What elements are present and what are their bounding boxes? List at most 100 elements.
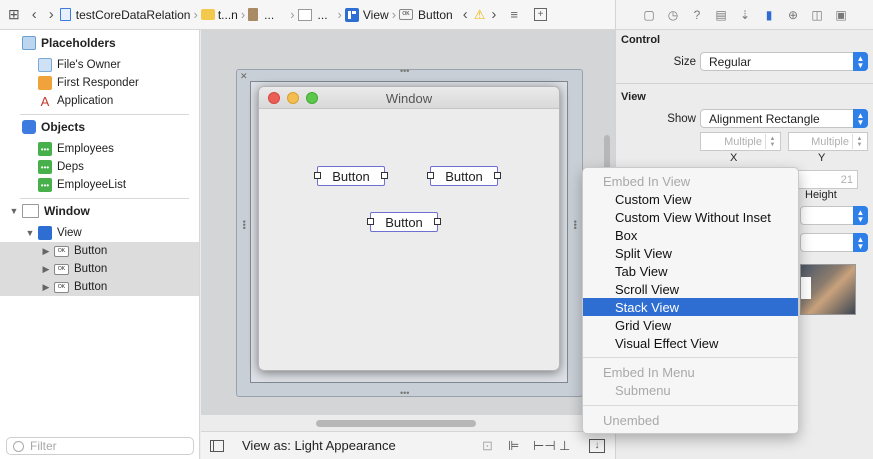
button-icon: OK bbox=[54, 263, 69, 275]
stepper-icon[interactable]: ▲ ▼ bbox=[852, 134, 866, 149]
priority-popup[interactable]: ▲ ▼ bbox=[800, 206, 868, 225]
warning-icon[interactable]: ⚠ bbox=[474, 7, 486, 23]
x-field[interactable]: Multiple ▲ ▼ bbox=[700, 132, 781, 151]
canvas-button[interactable]: Button bbox=[314, 166, 388, 186]
outline-item-label: Application bbox=[57, 95, 114, 107]
breadcrumb-folder-label: t...n bbox=[217, 7, 238, 22]
breadcrumb-project-label: testCoreDataRelation bbox=[75, 7, 191, 22]
minimap-icon[interactable]: ≡ bbox=[502, 7, 518, 22]
layout-preview-thumbnail bbox=[800, 264, 856, 315]
menu-item-scroll-view[interactable]: Scroll View bbox=[583, 280, 798, 298]
breadcrumb-file[interactable]: ... bbox=[248, 0, 274, 30]
view-icon bbox=[38, 226, 52, 240]
attributes-inspector-icon[interactable]: ⇣ bbox=[734, 6, 756, 24]
canvas-button[interactable]: Button bbox=[427, 166, 501, 186]
back-arrow-icon[interactable]: ‹ bbox=[26, 6, 43, 23]
breadcrumb-view[interactable]: View bbox=[344, 0, 389, 30]
connections-inspector-icon[interactable]: ⊕ bbox=[782, 6, 804, 24]
issue-next-icon[interactable]: › bbox=[485, 6, 502, 23]
outline-item-button[interactable]: ▶ OK Button bbox=[0, 242, 199, 260]
menu-item-custom-view-without-inset[interactable]: Custom View Without Inset bbox=[583, 208, 798, 226]
disclosure-triangle-icon[interactable]: ▶ bbox=[40, 246, 52, 257]
embed-in-icon[interactable]: ↓ bbox=[589, 438, 605, 453]
outline-item-view[interactable]: ▼ View bbox=[24, 224, 199, 242]
outline-item-button[interactable]: ▶ OK Button bbox=[0, 278, 199, 296]
resolve-issues-icon[interactable]: ⊥ bbox=[559, 438, 570, 454]
effects-inspector-icon[interactable]: ▣ bbox=[830, 6, 852, 24]
menu-item-unembed[interactable]: Unembed bbox=[583, 411, 798, 429]
menu-item-split-view[interactable]: Split View bbox=[583, 244, 798, 262]
breadcrumb-folder[interactable]: t...n bbox=[200, 0, 238, 30]
outline-item-button[interactable]: ▶ OK Button bbox=[0, 260, 199, 278]
close-frame-icon[interactable]: ✕ bbox=[240, 71, 248, 82]
bindings-inspector-icon[interactable]: ◫ bbox=[806, 6, 828, 24]
menu-item-custom-view[interactable]: Custom View bbox=[583, 190, 798, 208]
placeholders-header[interactable]: Placeholders bbox=[22, 34, 221, 52]
size-inspector-icon[interactable]: ▮ bbox=[758, 6, 780, 24]
menu-item-tab-view[interactable]: Tab View bbox=[583, 262, 798, 280]
add-editor-icon[interactable]: + bbox=[533, 8, 547, 21]
x-label: X bbox=[730, 152, 738, 164]
selection-handle[interactable] bbox=[381, 172, 388, 179]
size-popup[interactable]: Regular ▲ ▼ bbox=[700, 52, 868, 71]
disclosure-triangle-icon[interactable]: ▶ bbox=[40, 264, 52, 275]
selection-handle[interactable] bbox=[367, 218, 374, 225]
selection-handle[interactable] bbox=[494, 172, 501, 179]
y-field[interactable]: Multiple ▲ ▼ bbox=[788, 132, 868, 151]
breadcrumb-window-label: ... bbox=[317, 7, 328, 22]
align-icon[interactable]: ⊫ bbox=[508, 438, 519, 454]
disclosure-triangle-icon[interactable]: ▶ bbox=[40, 282, 52, 293]
horizontal-scrollbar[interactable] bbox=[316, 420, 476, 427]
view-as-label[interactable]: View as: Light Appearance bbox=[242, 438, 396, 453]
objects-header[interactable]: Objects bbox=[22, 118, 221, 136]
window-icon bbox=[297, 8, 312, 21]
identity-inspector-icon[interactable]: ▤ bbox=[710, 6, 732, 24]
disclosure-triangle-icon[interactable]: ▼ bbox=[24, 228, 36, 238]
show-popup[interactable]: Alignment Rectangle ▲ ▼ bbox=[700, 109, 868, 128]
resize-handle-icon[interactable]: ••• bbox=[570, 220, 580, 229]
selection-handle[interactable] bbox=[427, 172, 434, 179]
outline-item-label: Employees bbox=[57, 143, 114, 155]
menu-header-embed-in-menu: Embed In Menu bbox=[603, 364, 695, 380]
selection-handle[interactable] bbox=[314, 172, 321, 179]
outline-item-label: Button bbox=[74, 245, 108, 257]
issue-prev-icon[interactable]: ‹ bbox=[453, 6, 474, 23]
menu-item-visual-effect-view[interactable]: Visual Effect View bbox=[583, 334, 798, 352]
breadcrumb-project[interactable]: testCoreDataRelation bbox=[59, 0, 191, 30]
add-constraints-icon[interactable]: ⊢⊣ bbox=[533, 438, 556, 454]
button-icon: OK bbox=[54, 245, 69, 257]
breadcrumb-button[interactable]: OK Button bbox=[399, 0, 453, 30]
menu-item-box[interactable]: Box bbox=[583, 226, 798, 244]
breadcrumb-view-label: View bbox=[362, 7, 389, 22]
disclosure-triangle-icon[interactable]: ▼ bbox=[8, 206, 20, 216]
file-inspector-icon[interactable]: ▢ bbox=[638, 6, 660, 24]
stepper-icon[interactable]: ▲ ▼ bbox=[765, 134, 779, 149]
object-controller-icon: ••• bbox=[38, 160, 52, 174]
breadcrumb-chevron-icon: › bbox=[240, 7, 246, 22]
help-inspector-icon[interactable]: ? bbox=[686, 6, 708, 24]
update-frames-icon[interactable]: ⊡ bbox=[482, 438, 493, 454]
cube-icon bbox=[22, 36, 36, 50]
related-items-icon[interactable]: ⊞ bbox=[0, 6, 26, 23]
section-divider bbox=[20, 198, 189, 199]
outline-item-window[interactable]: ▼ Window bbox=[8, 202, 207, 220]
breadcrumb-window[interactable]: ... bbox=[297, 0, 328, 30]
menu-item-submenu[interactable]: Submenu bbox=[583, 381, 798, 399]
window-title: Window bbox=[385, 91, 433, 106]
menu-item-grid-view[interactable]: Grid View bbox=[583, 316, 798, 334]
window-preview[interactable]: Window Button Button Button bbox=[258, 86, 560, 371]
popup-arrows-icon: ▲ ▼ bbox=[853, 52, 868, 71]
layout-popup[interactable]: ▲ ▼ bbox=[800, 233, 868, 252]
canvas-button-label: Button bbox=[445, 168, 483, 184]
resize-handle-icon[interactable]: ••• bbox=[400, 66, 409, 76]
hide-outline-icon[interactable] bbox=[210, 439, 224, 452]
y-field-placeholder: Multiple bbox=[811, 135, 849, 148]
canvas-button[interactable]: Button bbox=[367, 212, 441, 232]
filter-field[interactable]: Filter bbox=[6, 437, 194, 455]
forward-arrow-icon[interactable]: › bbox=[43, 6, 60, 23]
resize-handle-icon[interactable]: ••• bbox=[239, 220, 249, 229]
history-inspector-icon[interactable]: ◷ bbox=[662, 6, 684, 24]
menu-item-stack-view[interactable]: Stack View bbox=[583, 298, 798, 316]
selection-handle[interactable] bbox=[434, 218, 441, 225]
resize-handle-icon[interactable]: ••• bbox=[400, 388, 409, 398]
